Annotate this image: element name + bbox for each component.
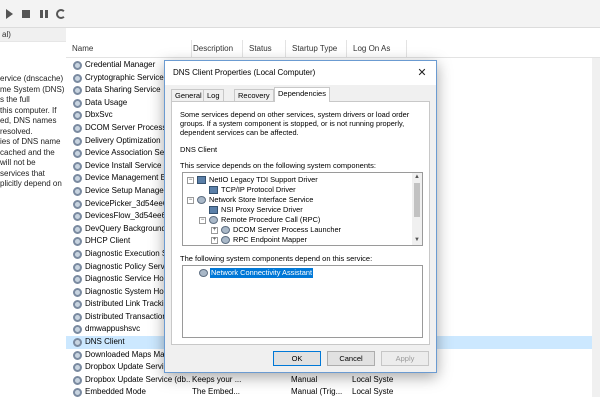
driver-icon [197,176,206,184]
depends-on-label: This service depends on the following sy… [180,161,376,170]
scroll-thumb[interactable] [414,183,420,217]
driver-icon [209,206,218,214]
gear-icon [73,312,82,322]
gear-icon [73,61,82,70]
dialog-titlebar[interactable]: DNS Client Properties (Local Computer) ✕ [165,61,436,85]
service-desc: The Embed... [192,387,241,397]
service-desc: Keeps your ... [192,374,242,384]
gear-icon [73,123,82,133]
gear-icon [73,136,82,146]
column-name[interactable]: Name [66,40,192,58]
gear-icon [73,325,82,335]
service-logon: Local Syste [352,374,394,384]
gear-icon [73,350,82,360]
properties-dialog: DNS Client Properties (Local Computer) ✕… [164,60,437,373]
apply-button[interactable]: Apply [381,351,429,366]
gear-icon [73,73,82,83]
gear-icon [73,388,82,398]
gear-icon [73,237,82,247]
gear-icon [73,338,82,348]
column-startup-type[interactable]: Startup Type [286,40,347,58]
dependency-label: Network Store Interface Service [209,195,314,204]
gear-icon [73,262,82,272]
toolbar [0,0,600,28]
list-scrollbar[interactable] [592,58,600,397]
scroll-up-icon[interactable]: ▲ [413,173,421,181]
dependencies-intro: Some services depend on other services, … [180,110,410,137]
expand-icon[interactable]: + [211,227,218,234]
gear-icon [73,224,82,234]
description-pane: al) ervice (dnscache) me System (DNS) s … [0,28,66,397]
stop-icon[interactable] [22,10,30,18]
ok-button[interactable]: OK [273,351,321,366]
gear-icon [73,86,82,96]
dependency-label: Remote Procedure Call (RPC) [221,215,321,224]
service-name: Dropbox Update Service (db... [85,374,191,384]
depends-on-tree[interactable]: ▲ ▼ − NetIO Legacy TDI Support Driver TCP/… [182,172,423,246]
column-logon-as[interactable]: Log On As [347,40,407,58]
gear-icon [221,226,230,234]
dependency-label: NSI Proxy Service Driver [221,205,303,214]
service-row[interactable]: Embedded Mode The Embed... Manual (Trig...… [66,386,600,399]
service-name: Embedded Mode [85,387,146,397]
gear-icon [73,363,82,373]
gear-icon [73,149,82,159]
gear-icon [73,186,82,196]
cancel-button[interactable]: Cancel [327,351,375,366]
gear-icon [197,196,206,204]
gear-icon [73,275,82,285]
gear-icon [199,269,208,277]
dependency-label: RPC Endpoint Mapper [233,235,307,244]
gear-icon [73,375,82,385]
driver-icon [209,186,218,194]
scroll-down-icon[interactable]: ▼ [413,236,421,244]
gear-icon [221,236,230,244]
collapse-icon[interactable]: − [187,197,194,204]
dependencies-panel: Some services depend on other services, … [171,101,430,345]
service-row[interactable]: Dropbox Update Service (db... Keeps your … [66,374,600,387]
dependency-label: TCP/IP Protocol Driver [221,185,296,194]
gear-icon [73,287,82,297]
dependency-label: NetIO Legacy TDI Support Driver [209,175,318,184]
service-startup-type: Manual [291,374,318,384]
pause-icon[interactable] [40,10,48,18]
service-name-label: DNS Client [180,145,218,154]
dialog-title: DNS Client Properties (Local Computer) [173,68,316,77]
play-icon[interactable] [6,9,13,19]
dependents-label: The following system components depend o… [180,254,373,263]
pane-header: al) [0,28,66,42]
service-description: ervice (dnscache) me System (DNS) s the … [0,74,65,188]
gear-icon [73,212,82,222]
column-status[interactable]: Status [243,40,286,58]
column-description[interactable]: Description [187,40,243,58]
dependent-label: Network Connectivity Assistant [210,268,314,278]
dependency-label: DCOM Server Process Launcher [233,225,342,234]
restart-icon[interactable] [56,9,66,19]
gear-icon [73,161,82,171]
gear-icon [73,174,82,184]
tree-scrollbar[interactable]: ▲ ▼ [412,173,422,245]
dependents-tree[interactable]: Network Connectivity Assistant [182,265,423,338]
collapse-icon[interactable]: − [199,217,206,224]
expand-icon[interactable]: + [211,237,218,244]
gear-icon [73,300,82,310]
gear-icon [73,98,82,108]
service-logon: Local Syste [352,387,394,397]
gear-icon [73,111,82,121]
gear-icon [73,249,82,259]
gear-icon [209,216,218,224]
dialog-buttons: OK Cancel Apply [165,351,436,369]
collapse-icon[interactable]: − [187,177,194,184]
gear-icon [73,199,82,209]
tab-dependencies[interactable]: Dependencies [274,87,330,102]
service-startup-type: Manual (Trig... [291,387,343,397]
services-column-header: Name Description Status Startup Type Log… [66,40,600,58]
close-icon[interactable]: ✕ [415,66,429,80]
